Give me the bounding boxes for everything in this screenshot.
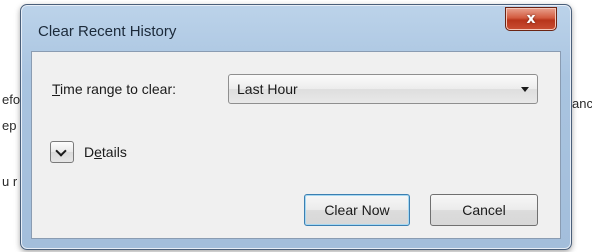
time-range-label: Time range to clear: bbox=[52, 81, 176, 97]
background-text-fragment: u r bbox=[2, 174, 18, 189]
details-label[interactable]: Details bbox=[84, 144, 127, 160]
dialog-title: Clear Recent History bbox=[38, 23, 177, 40]
close-button[interactable]: x bbox=[505, 7, 557, 31]
cancel-button[interactable]: Cancel bbox=[430, 194, 538, 226]
screen: efo ep u r anc Clear Recent History x Ti… bbox=[0, 0, 592, 252]
title-bar[interactable]: Clear Recent History x bbox=[21, 5, 571, 51]
details-label-end: tails bbox=[101, 144, 127, 160]
details-label-start: D bbox=[84, 144, 95, 160]
time-range-label-text: ime range to clear: bbox=[60, 81, 176, 97]
background-text-fragment: ep bbox=[2, 118, 17, 133]
background-text-fragment: anc bbox=[572, 96, 592, 111]
time-range-selected-value: Last Hour bbox=[237, 81, 298, 97]
clear-history-dialog: Clear Recent History x Time range to cle… bbox=[20, 4, 572, 250]
dialog-body: Time range to clear: Last Hour Details C… bbox=[31, 51, 561, 239]
time-range-select[interactable]: Last Hour bbox=[228, 74, 538, 104]
close-icon: x bbox=[526, 11, 536, 27]
chevron-down-icon bbox=[55, 145, 67, 157]
details-label-accesskey: e bbox=[94, 144, 102, 160]
clear-now-button[interactable]: Clear Now bbox=[304, 194, 410, 226]
chevron-down-icon bbox=[521, 87, 529, 92]
background-text-fragment: efo bbox=[2, 92, 21, 107]
time-range-label-accesskey: T bbox=[52, 81, 61, 97]
details-toggle-button[interactable] bbox=[50, 141, 74, 163]
